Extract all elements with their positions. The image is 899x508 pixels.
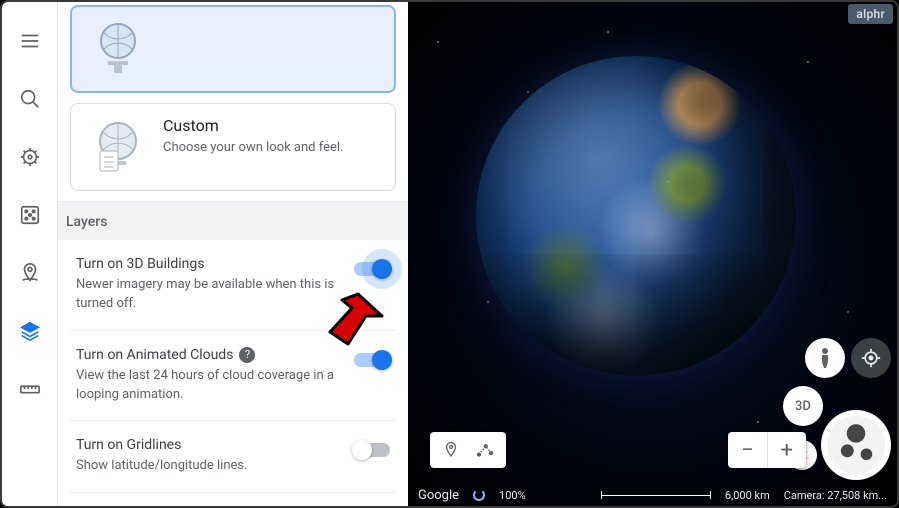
layers-section-header: Layers [58,201,408,240]
progress-label: 100% [499,489,526,502]
map-footer: Google 100% 6,000 km Camera: 27,508 km..… [408,484,897,506]
zoom-in-button[interactable]: + [768,432,807,468]
dice-icon[interactable] [10,195,50,235]
pegman-button[interactable] [805,338,845,378]
custom-card-title: Custom [163,116,343,135]
map-pin-icon[interactable] [10,253,50,293]
toggle-3d-buildings[interactable] [354,262,390,276]
globe-custom-icon [87,116,149,178]
view-3d-button[interactable]: 3D [783,386,823,426]
layer-title: Turn on Gridlines [76,437,338,453]
locate-button[interactable] [851,338,891,378]
toggle-gridlines[interactable] [354,443,390,457]
scale-label: 6,000 km [725,489,770,502]
layer-row-3d-buildings: Turn on 3D Buildings Newer imagery may b… [70,240,396,331]
layer-desc: View the last 24 hours of cloud coverage… [76,367,338,405]
scale-bar [601,495,711,496]
overview-globe[interactable] [821,410,891,480]
layer-title: Turn on Animated Clouds? [76,347,338,363]
layer-desc: Newer imagery may be available when this… [76,276,338,314]
compass-button[interactable] [787,440,817,470]
menu-icon[interactable] [10,21,50,61]
brand-label: Google [418,488,459,503]
layer-title: Turn on 3D Buildings [76,256,338,272]
custom-card-desc: Choose your own look and feel. [163,139,343,157]
ship-wheel-icon[interactable] [10,137,50,177]
loading-spinner-icon [473,489,485,501]
left-nav [2,2,58,506]
map-viewport[interactable]: alphr 3D − + Google 100% 6,000 km Camera… [408,2,897,506]
zoom-out-button[interactable]: − [728,432,768,468]
earth-globe [476,56,796,376]
layer-row-animated-clouds: Turn on Animated Clouds? View the last 2… [70,331,396,422]
ruler-icon[interactable] [10,369,50,409]
map-style-panel: Custom Choose your own look and feel. La… [58,2,408,506]
placemark-icon[interactable] [442,441,460,459]
style-card-custom[interactable]: Custom Choose your own look and feel. [70,103,396,191]
globe-thumb-icon [87,18,149,80]
layer-row-gridlines: Turn on Gridlines Show latitude/longitud… [70,421,396,493]
search-icon[interactable] [10,79,50,119]
layer-desc: Show latitude/longitude lines. [76,457,338,476]
zoom-control: − + [728,432,806,468]
camera-label: Camera: 27,508 km... [784,489,887,502]
watermark: alphr [848,4,893,24]
style-card-selected[interactable] [70,5,396,93]
path-icon[interactable] [476,441,494,459]
draw-tools [430,432,506,468]
help-icon[interactable]: ? [239,347,255,363]
toggle-animated-clouds[interactable] [354,353,390,367]
layers-icon[interactable] [10,311,50,351]
